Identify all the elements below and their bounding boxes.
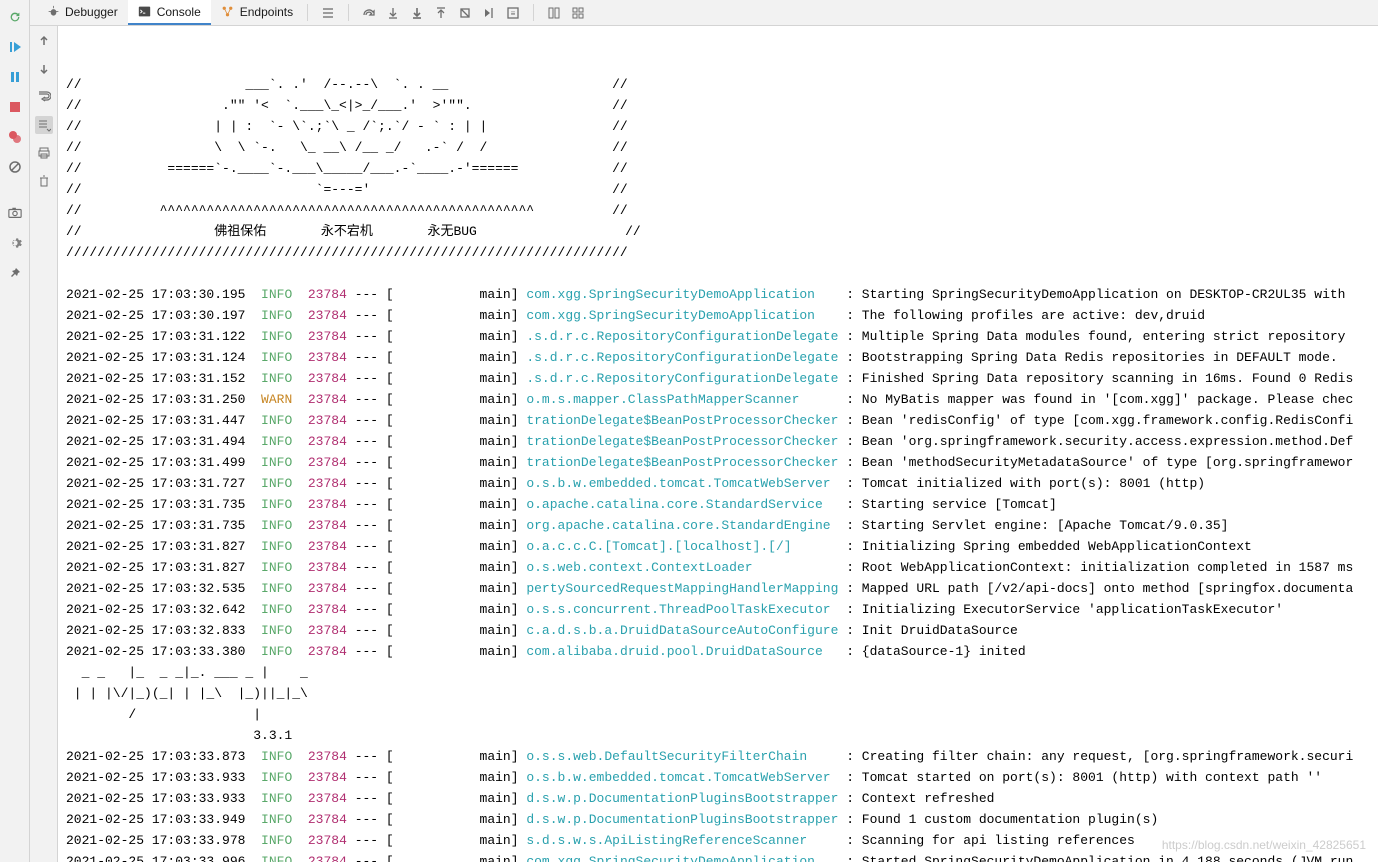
ascii-banner-line: _ _ |_ _ _|_. ___ _ | _ xyxy=(66,662,1378,683)
list-icon[interactable] xyxy=(320,5,336,21)
ascii-banner-line: // ^^^^^^^^^^^^^^^^^^^^^^^^^^^^^^^^^^^^^… xyxy=(66,200,1378,221)
log-line: 2021-02-25 17:03:31.735 INFO 23784 --- [… xyxy=(66,494,1378,515)
run-to-cursor-icon[interactable] xyxy=(481,5,497,21)
log-line: 2021-02-25 17:03:31.122 INFO 23784 --- [… xyxy=(66,326,1378,347)
layout-icon[interactable] xyxy=(546,5,562,21)
tab-debugger[interactable]: Debugger xyxy=(36,0,128,25)
bug-icon xyxy=(46,5,60,19)
ascii-banner-line: 3.3.1 xyxy=(66,725,1378,746)
svg-text:≡: ≡ xyxy=(511,9,516,18)
log-line: 2021-02-25 17:03:31.827 INFO 23784 --- [… xyxy=(66,557,1378,578)
body-row: // ___`. .' /--.--\ `. . __ //// ."" '< … xyxy=(30,26,1378,862)
log-line: 2021-02-25 17:03:30.195 INFO 23784 --- [… xyxy=(66,284,1378,305)
log-line: 2021-02-25 17:03:31.250 WARN 23784 --- [… xyxy=(66,389,1378,410)
toolbar-icons-left xyxy=(312,0,344,25)
log-line: 2021-02-25 17:03:33.873 INFO 23784 --- [… xyxy=(66,746,1378,767)
step-out-icon[interactable] xyxy=(433,5,449,21)
pin-icon[interactable] xyxy=(6,264,24,282)
log-line: 2021-02-25 17:03:31.124 INFO 23784 --- [… xyxy=(66,347,1378,368)
step-into-icon[interactable] xyxy=(385,5,401,21)
log-line: 2021-02-25 17:03:32.535 INFO 23784 --- [… xyxy=(66,578,1378,599)
log-line: 2021-02-25 17:03:30.197 INFO 23784 --- [… xyxy=(66,305,1378,326)
log-line: 2021-02-25 17:03:33.996 INFO 23784 --- [… xyxy=(66,851,1378,862)
ascii-banner-line: // | | : `- \`.;`\ _ /`;.`/ - ` : | | // xyxy=(66,116,1378,137)
log-line: 2021-02-25 17:03:31.499 INFO 23784 --- [… xyxy=(66,452,1378,473)
left-gutter xyxy=(0,0,30,862)
app-root: Debugger Console Endpoints xyxy=(0,0,1378,862)
main-column: Debugger Console Endpoints xyxy=(30,0,1378,862)
mute-breakpoints-icon[interactable] xyxy=(6,158,24,176)
toolbar-icons-right xyxy=(538,0,594,25)
camera-icon[interactable] xyxy=(6,204,24,222)
log-line: 2021-02-25 17:03:31.735 INFO 23784 --- [… xyxy=(66,515,1378,536)
log-line: 2021-02-25 17:03:33.380 INFO 23784 --- [… xyxy=(66,641,1378,662)
log-line: 2021-02-25 17:03:32.642 INFO 23784 --- [… xyxy=(66,599,1378,620)
pause-icon[interactable] xyxy=(6,68,24,86)
log-line: 2021-02-25 17:03:31.727 INFO 23784 --- [… xyxy=(66,473,1378,494)
log-line: 2021-02-25 17:03:31.827 INFO 23784 --- [… xyxy=(66,536,1378,557)
log-line: 2021-02-25 17:03:31.447 INFO 23784 --- [… xyxy=(66,410,1378,431)
scroll-to-end-icon[interactable] xyxy=(35,116,53,134)
ascii-banner-line: | | |\/|_)(_| | |_\ |_)||_|_\ xyxy=(66,683,1378,704)
step-icons: ≡ xyxy=(353,0,529,25)
resume-icon[interactable] xyxy=(6,38,24,56)
print-icon[interactable] xyxy=(35,144,53,162)
terminal-icon xyxy=(138,5,152,19)
ascii-banner-line: // ."" '< `.___\_<|>_/___.' >'"". // xyxy=(66,95,1378,116)
ascii-banner-line: // ======`-.____`-.___\_____/___.-`____.… xyxy=(66,158,1378,179)
tab-label: Debugger xyxy=(65,5,118,19)
tab-console[interactable]: Console xyxy=(128,0,211,25)
soft-wrap-icon[interactable] xyxy=(35,88,53,106)
rerun-icon[interactable] xyxy=(6,8,24,26)
drop-frame-icon[interactable] xyxy=(457,5,473,21)
log-line: 2021-02-25 17:03:32.833 INFO 23784 --- [… xyxy=(66,620,1378,641)
layout-grid-icon[interactable] xyxy=(570,5,586,21)
settings-icon[interactable] xyxy=(6,234,24,252)
force-step-into-icon[interactable] xyxy=(409,5,425,21)
step-over-icon[interactable] xyxy=(361,5,377,21)
ascii-banner-line: // \ \ `-. \_ __\ /__ _/ .-` / / // xyxy=(66,137,1378,158)
tab-label: Endpoints xyxy=(240,5,293,19)
scroll-up-icon[interactable] xyxy=(35,32,53,50)
log-line: 2021-02-25 17:03:33.933 INFO 23784 --- [… xyxy=(66,767,1378,788)
log-line: 2021-02-25 17:03:31.494 INFO 23784 --- [… xyxy=(66,431,1378,452)
scroll-down-icon[interactable] xyxy=(35,60,53,78)
ascii-banner-line: / | xyxy=(66,704,1378,725)
ascii-banner-line: ////////////////////////////////////////… xyxy=(66,242,1378,263)
log-line: 2021-02-25 17:03:33.933 INFO 23784 --- [… xyxy=(66,788,1378,809)
run-toolbar xyxy=(30,26,58,862)
evaluate-icon[interactable]: ≡ xyxy=(505,5,521,21)
log-line: 2021-02-25 17:03:33.949 INFO 23784 --- [… xyxy=(66,809,1378,830)
ascii-banner-line: // 佛祖保佑 永不宕机 永无BUG // xyxy=(66,221,1378,242)
ascii-banner-line: // ___`. .' /--.--\ `. . __ // xyxy=(66,74,1378,95)
tab-endpoints[interactable]: Endpoints xyxy=(211,0,303,25)
ascii-banner-line: // `=---=' // xyxy=(66,179,1378,200)
clear-icon[interactable] xyxy=(35,172,53,190)
endpoints-icon xyxy=(221,5,235,19)
log-line: 2021-02-25 17:03:31.152 INFO 23784 --- [… xyxy=(66,368,1378,389)
console-output[interactable]: // ___`. .' /--.--\ `. . __ //// ."" '< … xyxy=(58,26,1378,862)
stop-icon[interactable] xyxy=(6,98,24,116)
breakpoints-icon[interactable] xyxy=(6,128,24,146)
tabbar: Debugger Console Endpoints xyxy=(30,0,1378,26)
tab-label: Console xyxy=(157,5,201,19)
log-line: 2021-02-25 17:03:33.978 INFO 23784 --- [… xyxy=(66,830,1378,851)
